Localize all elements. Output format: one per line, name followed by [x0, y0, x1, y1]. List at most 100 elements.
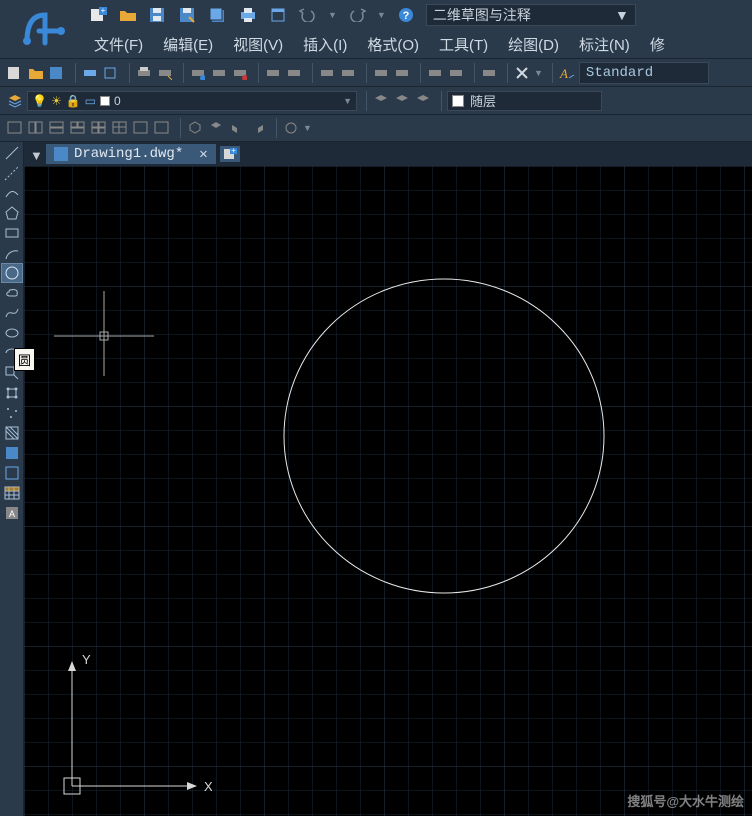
vp4-icon[interactable] [69, 119, 87, 137]
xline-tool-icon[interactable] [2, 164, 22, 182]
circle-tool-icon[interactable] [2, 264, 22, 282]
hatch-tool-icon[interactable] [2, 424, 22, 442]
ucs-icon: Y X [42, 646, 212, 806]
redo-icon[interactable] [347, 5, 367, 25]
vp6-icon[interactable] [111, 119, 129, 137]
svg-text:Y: Y [82, 652, 91, 667]
revcloud-tool-icon[interactable] [2, 284, 22, 302]
toolbar-row-3: ▼ [0, 114, 752, 142]
make-block-tool-icon[interactable] [2, 384, 22, 402]
document-tab[interactable]: Drawing1.dwg* ✕ [46, 144, 216, 164]
text-style-selector[interactable]: Standard [579, 62, 709, 84]
menu-file[interactable]: 文件(F) [84, 34, 153, 55]
save-icon[interactable] [148, 5, 168, 25]
menu-format[interactable]: 格式(O) [357, 34, 429, 55]
new-tab-button[interactable]: + [220, 146, 240, 162]
line-tool-icon[interactable] [2, 144, 22, 162]
undo-icon[interactable] [298, 5, 318, 25]
saveas-icon[interactable] [178, 5, 198, 25]
tb-pr7-icon[interactable] [285, 64, 303, 82]
tb-print-icon[interactable] [81, 64, 99, 82]
vp5-icon[interactable] [90, 119, 108, 137]
svg-text:A: A [8, 509, 14, 519]
point-tool-icon[interactable] [2, 404, 22, 422]
menu-view[interactable]: 视图(V) [223, 34, 293, 55]
iso3-icon[interactable] [228, 119, 246, 137]
tab-list-dropdown-icon[interactable]: ▼ [30, 148, 42, 160]
tb-pr4-icon[interactable] [210, 64, 228, 82]
menu-insert[interactable]: 插入(I) [293, 34, 357, 55]
nav-icon[interactable] [282, 119, 300, 137]
iso4-icon[interactable] [249, 119, 267, 137]
arc-tool-icon[interactable] [2, 244, 22, 262]
vp1-icon[interactable] [6, 119, 24, 137]
help-icon[interactable]: ? [396, 5, 416, 25]
tb-pr3-icon[interactable] [189, 64, 207, 82]
text-style-icon[interactable]: A [558, 64, 576, 82]
layer-match-icon[interactable] [414, 92, 432, 110]
iso2-icon[interactable] [207, 119, 225, 137]
layer-prop-selector[interactable]: 随层 [447, 91, 602, 111]
new-icon[interactable]: + [88, 5, 108, 25]
color-swatch [100, 96, 110, 106]
workspace-label: 二维草图与注释 [433, 5, 531, 25]
vp2-icon[interactable] [27, 119, 45, 137]
layer-prop-label: 随层 [470, 91, 496, 110]
gradient-tool-icon[interactable] [2, 444, 22, 462]
print-layer-icon: ▭ [85, 94, 96, 108]
vp8-icon[interactable] [153, 119, 171, 137]
tb-pr14-icon[interactable] [480, 64, 498, 82]
menu-draw[interactable]: 绘图(D) [498, 34, 569, 55]
open-icon[interactable] [118, 5, 138, 25]
svg-text:?: ? [402, 10, 409, 22]
canvas-area: ▼ Drawing1.dwg* ✕ + [24, 142, 752, 816]
saveall-icon[interactable] [208, 5, 228, 25]
rectangle-tool-icon[interactable] [2, 224, 22, 242]
layer-selector[interactable]: 💡 ☀ 🔒 ▭ 0 ▼ [27, 91, 357, 111]
menu-more[interactable]: 修 [640, 34, 675, 55]
quick-access-toolbar: + ▼ ▼ ? [84, 5, 416, 25]
menu-tools[interactable]: 工具(T) [429, 34, 498, 55]
tb-pr5-icon[interactable] [231, 64, 249, 82]
tb-pr13-icon[interactable] [447, 64, 465, 82]
mtext-tool-icon[interactable]: A [2, 504, 22, 522]
menu-edit[interactable]: 编辑(E) [153, 34, 223, 55]
tab-close-icon[interactable]: ✕ [199, 146, 207, 163]
tb-pr1-icon[interactable] [135, 64, 153, 82]
tb-pr9-icon[interactable] [339, 64, 357, 82]
polyline-tool-icon[interactable] [2, 184, 22, 202]
workspace-selector[interactable]: 二维草图与注释 ▼ [426, 4, 636, 26]
tb-pr2-icon[interactable] [156, 64, 174, 82]
menu-annotate[interactable]: 标注(N) [569, 34, 640, 55]
iso1-icon[interactable] [186, 119, 204, 137]
spline-tool-icon[interactable] [2, 304, 22, 322]
tb-pr8-icon[interactable] [318, 64, 336, 82]
polygon-tool-icon[interactable] [2, 204, 22, 222]
svg-text:X: X [204, 779, 212, 794]
tb-new-icon[interactable] [6, 64, 24, 82]
tb-pr10-icon[interactable] [372, 64, 390, 82]
svg-text:A: A [559, 66, 568, 81]
plot-icon[interactable] [268, 5, 288, 25]
ellipse-tool-icon[interactable] [2, 324, 22, 342]
tb-x-icon[interactable] [513, 64, 531, 82]
lock-icon: 🔒 [66, 94, 81, 108]
tb-preview-icon[interactable] [102, 64, 120, 82]
layer-iso-icon[interactable] [372, 92, 390, 110]
tb-pr6-icon[interactable] [264, 64, 282, 82]
bulb-icon: 💡 [32, 94, 47, 108]
print-icon[interactable] [238, 5, 258, 25]
layer-prev-icon[interactable] [393, 92, 411, 110]
vp7-icon[interactable] [132, 119, 150, 137]
region-tool-icon[interactable] [2, 464, 22, 482]
drawing-canvas[interactable]: Y X 搜狐号@大水牛测绘 [24, 166, 752, 816]
tb-pr11-icon[interactable] [393, 64, 411, 82]
app-logo[interactable] [4, 0, 82, 58]
table-tool-icon[interactable] [2, 484, 22, 502]
layer-manager-icon[interactable] [6, 92, 24, 110]
tb-save-icon[interactable] [48, 64, 66, 82]
watermark: 搜狐号@大水牛测绘 [627, 791, 744, 810]
vp3-icon[interactable] [48, 119, 66, 137]
tb-pr12-icon[interactable] [426, 64, 444, 82]
tb-open-icon[interactable] [27, 64, 45, 82]
